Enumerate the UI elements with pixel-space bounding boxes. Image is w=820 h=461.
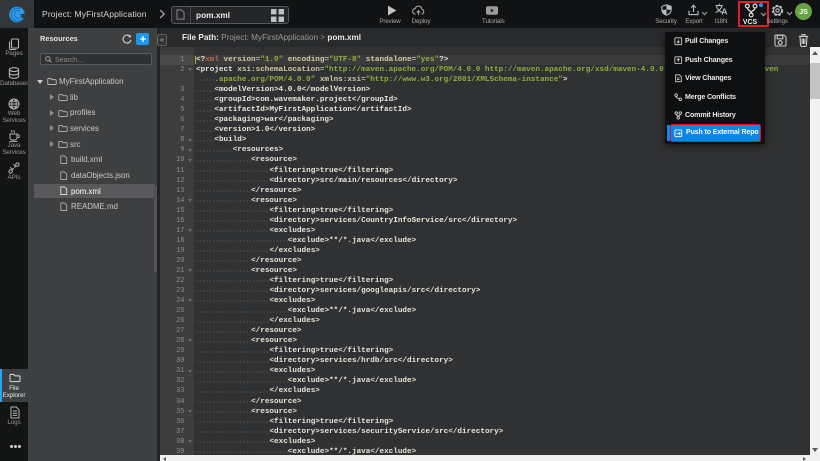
svg-text:A: A xyxy=(721,7,727,15)
